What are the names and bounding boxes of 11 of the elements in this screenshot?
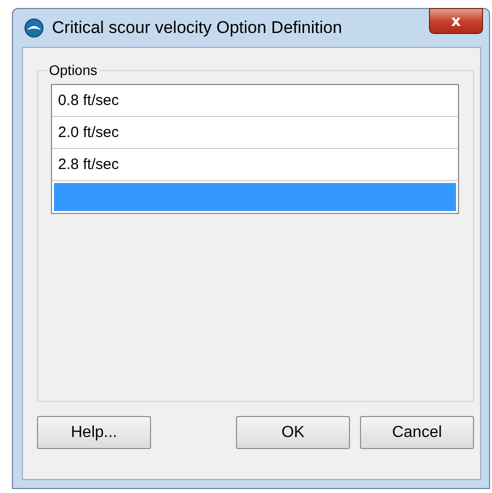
list-row[interactable]: [52, 181, 458, 213]
close-button[interactable]: x: [429, 8, 483, 34]
list-row[interactable]: 0.8 ft/sec: [52, 85, 458, 117]
window-title: Critical scour velocity Option Definition: [52, 18, 342, 38]
group-label: Options: [48, 62, 98, 78]
dialog-button[interactable]: Cancel: [360, 416, 474, 449]
app-icon: [24, 18, 44, 38]
dialog-button[interactable]: Help...: [37, 416, 151, 449]
list-row[interactable]: 2.8 ft/sec: [52, 149, 458, 181]
list-row[interactable]: 2.0 ft/sec: [52, 117, 458, 149]
dialog-button[interactable]: OK: [236, 416, 350, 449]
